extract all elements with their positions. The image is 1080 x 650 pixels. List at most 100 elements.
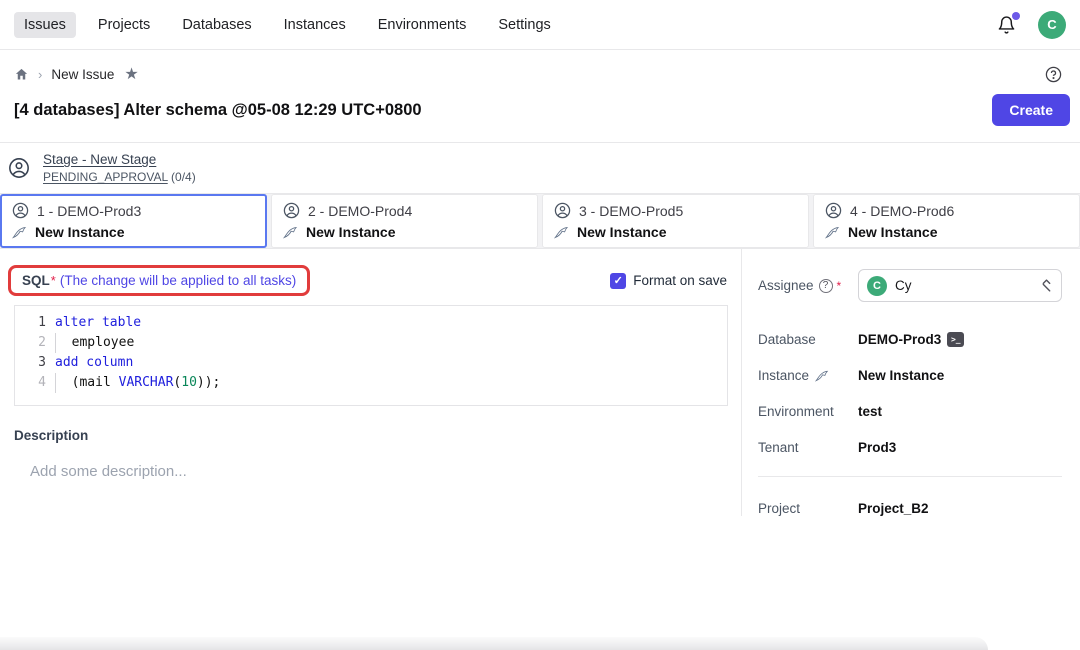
chevron-up-down-icon — [1040, 278, 1053, 293]
code-line: 2 employee — [15, 333, 727, 353]
sidebar: Assignee ? * C Cy Database — [742, 249, 1080, 516]
sql-label: SQL — [22, 273, 50, 288]
assignee-avatar: C — [867, 276, 887, 296]
description-label: Description — [14, 428, 741, 443]
environment-value: test — [858, 404, 882, 419]
format-on-save-checkbox[interactable]: ✓ — [610, 273, 626, 289]
code-line: 4 (mail VARCHAR(10)); — [15, 373, 727, 393]
task-instance: New Instance — [306, 224, 395, 240]
stage-progress: (0/4) — [168, 170, 196, 184]
notification-bell-icon[interactable] — [997, 15, 1016, 35]
instance-label: Instance — [758, 368, 809, 383]
create-button[interactable]: Create — [992, 94, 1070, 126]
project-value: Project_B2 — [858, 501, 929, 516]
breadcrumb-separator: › — [38, 67, 42, 82]
task-card-4[interactable]: 4 - DEMO-Prod6 New Instance — [813, 194, 1080, 248]
breadcrumb-page[interactable]: New Issue — [51, 67, 114, 82]
stage-section: Stage - New Stage PENDING_APPROVAL (0/4) — [0, 142, 1080, 194]
task-label: 4 - DEMO-Prod6 — [850, 203, 954, 219]
sql-editor-terminal-icon[interactable]: >_ — [947, 332, 964, 347]
sql-label-annotation-box: SQL*(The change will be applied to all t… — [8, 265, 310, 296]
line-number: 2 — [15, 333, 55, 353]
code-segment: 10 — [181, 373, 197, 393]
database-label: Database — [758, 332, 816, 347]
task-instance: New Instance — [577, 224, 666, 240]
user-circle-icon — [8, 157, 30, 179]
notification-dot — [1012, 12, 1020, 20]
top-nav: Issues Projects Databases Instances Envi… — [0, 0, 1080, 50]
bottom-sheet-edge — [0, 637, 988, 650]
user-circle-icon — [554, 202, 571, 219]
task-card-3[interactable]: 3 - DEMO-Prod5 New Instance — [542, 194, 809, 248]
mysql-icon — [554, 226, 569, 239]
field-row-project: Project Project_B2 — [758, 501, 1062, 516]
code-line: 1alter table — [15, 313, 727, 333]
format-on-save-toggle[interactable]: ✓ Format on save — [610, 273, 727, 289]
nav-item-databases[interactable]: Databases — [172, 12, 261, 38]
assignee-help-icon[interactable]: ? — [819, 279, 833, 293]
code-segment: alter table — [55, 313, 141, 333]
project-label: Project — [758, 501, 800, 516]
code-segment: employee — [55, 333, 134, 353]
task-label: 1 - DEMO-Prod3 — [37, 203, 141, 219]
mysql-icon — [283, 226, 298, 239]
assignee-value: Cy — [895, 278, 1032, 293]
code-segment: VARCHAR — [119, 373, 174, 393]
help-icon[interactable] — [1045, 66, 1062, 83]
sql-note: (The change will be applied to all tasks… — [60, 273, 296, 288]
database-value: DEMO-Prod3 >_ — [858, 332, 964, 347]
assignee-label: Assignee — [758, 278, 814, 293]
field-row-environment: Environment test — [758, 404, 1062, 419]
code-segment: )); — [197, 373, 220, 393]
format-on-save-label: Format on save — [633, 273, 727, 288]
user-circle-icon — [825, 202, 842, 219]
user-circle-icon — [283, 202, 300, 219]
nav-item-issues[interactable]: Issues — [14, 12, 76, 38]
mysql-icon — [825, 226, 840, 239]
task-label: 3 - DEMO-Prod5 — [579, 203, 683, 219]
content-area: SQL * (The change will be applied to all t… — [0, 249, 1080, 516]
task-label: 2 - DEMO-Prod4 — [308, 203, 412, 219]
nav-item-settings[interactable]: Settings — [488, 12, 560, 38]
field-row-instance: Instance New Instance — [758, 368, 1062, 383]
instance-value: New Instance — [858, 368, 944, 383]
home-icon[interactable] — [14, 67, 29, 82]
line-number: 4 — [15, 373, 55, 393]
page-title: [4 databases] Alter schema @05-08 12:29 … — [14, 101, 422, 120]
star-icon[interactable]: ★ — [124, 64, 138, 84]
sidebar-divider — [758, 476, 1062, 477]
description-input[interactable]: Add some description... — [30, 463, 741, 480]
task-card-1[interactable]: 1 - DEMO-Prod3 New Instance — [0, 194, 267, 248]
code-segment: (mail — [55, 373, 119, 393]
field-row-tenant: Tenant Prod3 — [758, 440, 1062, 455]
mysql-icon — [815, 370, 829, 382]
title-row: [4 databases] Alter schema @05-08 12:29 … — [0, 84, 1080, 142]
environment-label: Environment — [758, 404, 834, 419]
user-circle-icon — [12, 202, 29, 219]
breadcrumb: › New Issue ★ — [0, 50, 1080, 84]
stage-name-link[interactable]: Stage - New Stage — [43, 152, 196, 167]
field-row-database: Database DEMO-Prod3 >_ — [758, 332, 1062, 347]
user-avatar[interactable]: C — [1038, 11, 1066, 39]
sql-editor[interactable]: 1alter table 2 employee 3add column 4 (m… — [14, 305, 728, 406]
nav-item-environments[interactable]: Environments — [368, 12, 477, 38]
page: Issues Projects Databases Instances Envi… — [0, 0, 1080, 650]
stage-status-link[interactable]: PENDING_APPROVAL — [43, 170, 168, 184]
tenant-label: Tenant — [758, 440, 799, 455]
main-panel: SQL*(The change will be applied to all t… — [0, 249, 742, 516]
task-instance: New Instance — [848, 224, 937, 240]
task-card-2[interactable]: 2 - DEMO-Prod4 New Instance — [271, 194, 538, 248]
mysql-icon — [12, 226, 27, 239]
task-instance: New Instance — [35, 224, 124, 240]
task-tabs: 1 - DEMO-Prod3 New Instance 2 - DEMO-Pro — [0, 194, 1080, 249]
line-number: 3 — [15, 353, 55, 373]
tenant-value: Prod3 — [858, 440, 896, 455]
line-number: 1 — [15, 313, 55, 333]
nav-item-instances[interactable]: Instances — [274, 12, 356, 38]
required-asterisk: * — [837, 279, 842, 293]
code-line: 3add column — [15, 353, 727, 373]
nav-item-projects[interactable]: Projects — [88, 12, 160, 38]
code-segment: add column — [55, 353, 133, 373]
assignee-select[interactable]: C Cy — [858, 269, 1062, 302]
code-segment: ( — [173, 373, 181, 393]
